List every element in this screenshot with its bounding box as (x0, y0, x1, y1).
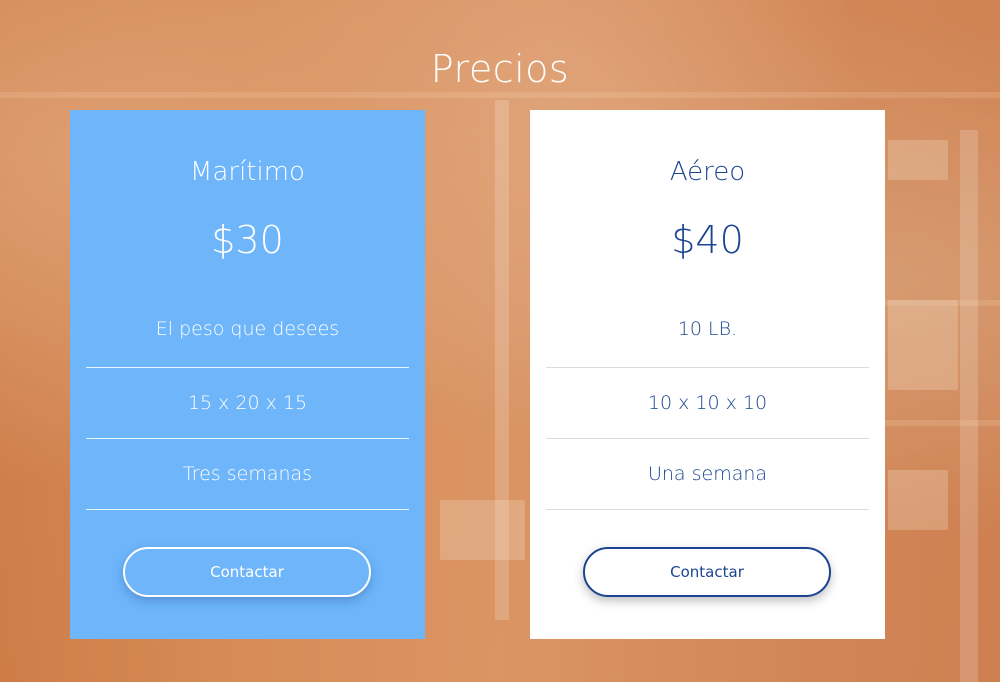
background-shelf (0, 92, 1000, 98)
background-box (888, 140, 948, 180)
feature-list: El peso que desees 15 x 20 x 15 Tres sem… (86, 307, 409, 510)
page-title: Precios (430, 47, 570, 92)
pricing-card-air: Aéreo $40 10 LB. 10 x 10 x 10 Una semana… (530, 110, 885, 639)
contact-button[interactable]: Contactar (583, 547, 831, 597)
feature-item: 10 x 10 x 10 (546, 368, 869, 439)
feature-item: Una semana (546, 439, 869, 510)
feature-item: 10 LB. (546, 307, 869, 368)
feature-list: 10 LB. 10 x 10 x 10 Una semana (546, 307, 869, 510)
background-box (888, 300, 958, 390)
pricing-card-maritime: Marítimo $30 El peso que desees 15 x 20 … (70, 110, 425, 639)
feature-item: 15 x 20 x 15 (86, 368, 409, 439)
background-box (888, 470, 948, 530)
plan-name: Aéreo (669, 157, 746, 187)
feature-item: El peso que desees (86, 307, 409, 368)
background-rack-post (960, 130, 978, 682)
feature-item: Tres semanas (86, 439, 409, 510)
plan-price: $40 (671, 218, 744, 262)
plan-price: $30 (211, 218, 284, 262)
background-shelf (880, 420, 1000, 426)
contact-button[interactable]: Contactar (123, 547, 371, 597)
background-box (440, 500, 525, 560)
plan-name: Marítimo (190, 157, 305, 187)
